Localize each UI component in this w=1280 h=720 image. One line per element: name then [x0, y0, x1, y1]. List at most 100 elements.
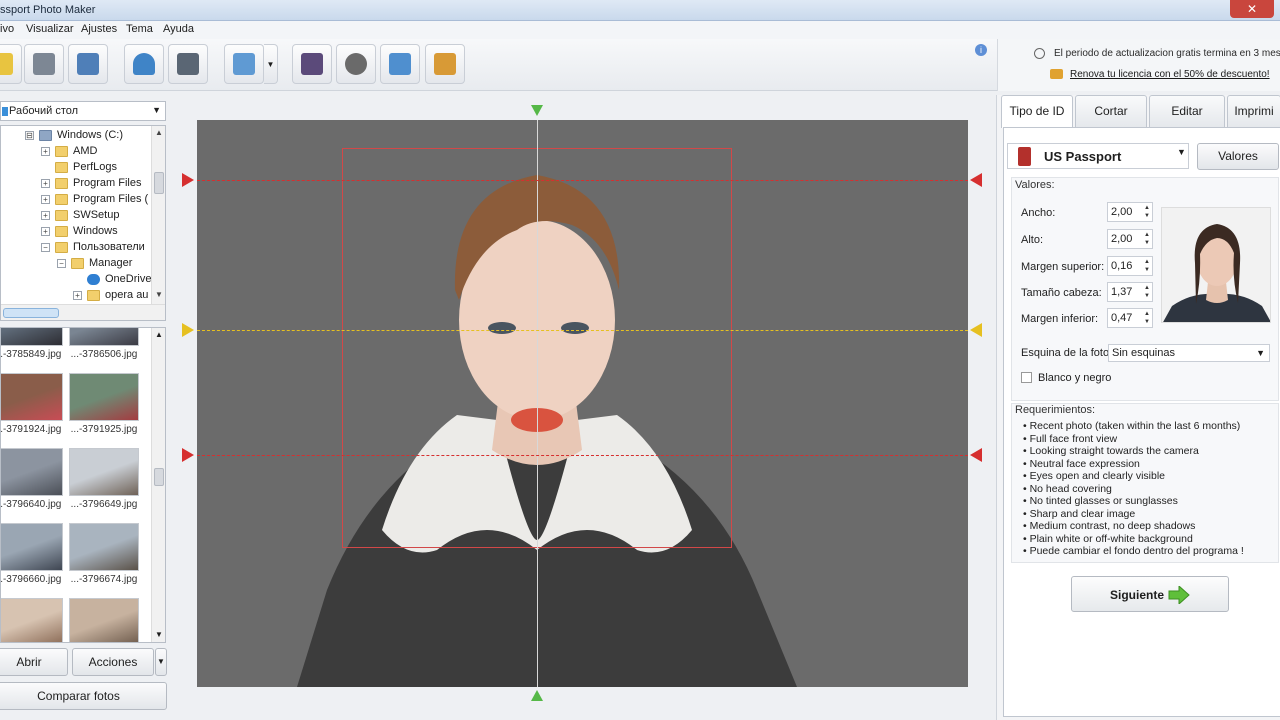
- center-bottom-marker[interactable]: [531, 690, 543, 701]
- folder-icon: [55, 146, 68, 157]
- photo-thumbnail[interactable]: ...-3791924.jpg: [1, 373, 63, 435]
- stepper-icon[interactable]: ▲ ▼: [1144, 231, 1150, 247]
- photo-thumbnail[interactable]: ...-3796640.jpg: [1, 448, 63, 510]
- bottom-margin-value: 0,47: [1111, 312, 1133, 324]
- folder-select[interactable]: Рабочий стол ▼: [0, 101, 166, 121]
- actions-dropdown[interactable]: ▼: [155, 648, 167, 676]
- tree-item-label: opera au: [105, 289, 149, 301]
- center-top-marker[interactable]: [531, 105, 543, 116]
- chin-guide-left-marker[interactable]: [182, 448, 194, 462]
- tree-item-label: Windows (C:): [57, 129, 124, 141]
- id-type-select[interactable]: US Passport: [1007, 143, 1189, 169]
- eye-line-guide[interactable]: [197, 330, 968, 331]
- print-button[interactable]: [68, 44, 108, 84]
- photo-thumbnail[interactable]: ...-3796674.jpg: [69, 523, 139, 585]
- zoom-button[interactable]: [224, 44, 264, 84]
- requirement-item: Eyes open and clearly visible: [1023, 470, 1244, 483]
- expand-toggle-icon[interactable]: +: [41, 179, 50, 188]
- valores-button[interactable]: Valores: [1197, 143, 1279, 170]
- height-input[interactable]: 2,00 ▲ ▼: [1107, 229, 1153, 249]
- drive-icon: [39, 130, 52, 141]
- close-button[interactable]: ✕: [1230, 0, 1274, 18]
- menu-tema[interactable]: Tema: [126, 23, 153, 35]
- expand-toggle-icon[interactable]: +: [41, 227, 50, 236]
- menu-ayuda[interactable]: Ayuda: [163, 23, 194, 35]
- width-input[interactable]: 2,00 ▲ ▼: [1107, 202, 1153, 222]
- photo-thumbnail[interactable]: [69, 598, 139, 642]
- actions-button[interactable]: Acciones: [72, 648, 154, 676]
- expand-toggle-icon[interactable]: +: [41, 147, 50, 156]
- corner-label: Esquina de la foto: [1021, 347, 1110, 359]
- top-guide-left-marker[interactable]: [182, 173, 194, 187]
- folder-icon: [55, 210, 68, 221]
- eye-guide-right-marker[interactable]: [970, 323, 982, 337]
- menu-visualizar[interactable]: Visualizar: [26, 23, 74, 35]
- folder-icon: [71, 258, 84, 269]
- chin-guide-right-marker[interactable]: [970, 448, 982, 462]
- photo-thumbnail[interactable]: ...-3791925.jpg: [69, 373, 139, 435]
- book-button[interactable]: [292, 44, 332, 84]
- renew-link[interactable]: Renova tu licencia con el 50% de descuen…: [1070, 69, 1270, 80]
- top-head-guide[interactable]: [197, 180, 968, 181]
- tab-imprimir[interactable]: Imprimi: [1227, 95, 1280, 127]
- box-button[interactable]: [380, 44, 420, 84]
- stepper-icon[interactable]: ▲ ▼: [1144, 284, 1150, 300]
- package-button[interactable]: [425, 44, 465, 84]
- scroll-up-icon[interactable]: ▲: [155, 128, 163, 137]
- photo-thumbnail[interactable]: ...-3796649.jpg: [69, 448, 139, 510]
- requirement-item: Medium contrast, no deep shadows: [1023, 520, 1244, 533]
- open-button[interactable]: [0, 44, 22, 84]
- film-button[interactable]: [336, 44, 376, 84]
- stepper-icon[interactable]: ▲ ▼: [1144, 204, 1150, 220]
- menu-ajustes[interactable]: Ajustes: [81, 23, 117, 35]
- corner-select[interactable]: Sin esquinas ▼: [1108, 344, 1270, 362]
- tab-editar[interactable]: Editar: [1149, 95, 1225, 127]
- top-margin-input[interactable]: 0,16 ▲ ▼: [1107, 256, 1153, 276]
- scroll-down-icon[interactable]: ▼: [155, 290, 163, 299]
- user-photo-button[interactable]: [124, 44, 164, 84]
- photo-thumbnail[interactable]: [1, 598, 63, 642]
- expand-toggle-icon[interactable]: −: [57, 259, 66, 268]
- expand-toggle-icon[interactable]: +: [73, 291, 82, 300]
- thumbnail-image: [1, 523, 63, 571]
- hscrollbar-thumb[interactable]: [3, 308, 59, 318]
- zoom-dropdown[interactable]: ▼: [264, 44, 278, 84]
- open-photo-button[interactable]: Abrir: [0, 648, 68, 676]
- scroll-down-icon[interactable]: ▼: [155, 630, 163, 639]
- expand-toggle-icon[interactable]: ⊟: [25, 131, 34, 140]
- expand-toggle-icon[interactable]: +: [41, 211, 50, 220]
- tree-item-label: PerfLogs: [73, 161, 118, 173]
- expand-toggle-icon[interactable]: +: [41, 195, 50, 204]
- next-button[interactable]: Siguiente: [1071, 576, 1229, 612]
- tab-cortar[interactable]: Cortar: [1075, 95, 1147, 127]
- bw-checkbox[interactable]: [1021, 372, 1032, 383]
- save-button[interactable]: [24, 44, 64, 84]
- values-title: Valores:: [1015, 179, 1055, 191]
- bottom-margin-input[interactable]: 0,47 ▲ ▼: [1107, 308, 1153, 328]
- head-size-input[interactable]: 1,37 ▲ ▼: [1107, 282, 1153, 302]
- photo-thumbnail[interactable]: ...-3785849.jpg: [1, 328, 63, 360]
- thumbs-scrollbar[interactable]: ▲ ▼: [151, 328, 165, 642]
- photo-thumbnail[interactable]: ...-3796660.jpg: [1, 523, 63, 585]
- camera-button[interactable]: [168, 44, 208, 84]
- stepper-icon[interactable]: ▲ ▼: [1144, 310, 1150, 326]
- chevron-down-icon[interactable]: ▼: [1177, 147, 1186, 157]
- tree-scrollbar[interactable]: ▲ ▼: [151, 126, 165, 304]
- stepper-icon[interactable]: ▲ ▼: [1144, 258, 1150, 274]
- menu-archivo[interactable]: ivo: [0, 23, 14, 35]
- top-guide-right-marker[interactable]: [970, 173, 982, 187]
- open-icon: [0, 53, 13, 75]
- tab-tipo-id[interactable]: Tipo de ID: [1001, 95, 1073, 128]
- tree-hscrollbar[interactable]: [1, 304, 165, 320]
- compare-photos-button[interactable]: Comparar fotos: [0, 682, 167, 710]
- requirement-item: Sharp and clear image: [1023, 508, 1244, 521]
- chin-guide[interactable]: [197, 455, 968, 456]
- scrollbar-thumb[interactable]: [154, 172, 164, 194]
- expand-toggle-icon[interactable]: −: [41, 243, 50, 252]
- eye-guide-left-marker[interactable]: [182, 323, 194, 337]
- scrollbar-thumb[interactable]: [154, 468, 164, 486]
- info-icon[interactable]: i: [975, 44, 987, 56]
- scroll-up-icon[interactable]: ▲: [155, 330, 163, 339]
- photo-canvas[interactable]: [197, 120, 968, 687]
- photo-thumbnail[interactable]: ...-3786506.jpg: [69, 328, 139, 360]
